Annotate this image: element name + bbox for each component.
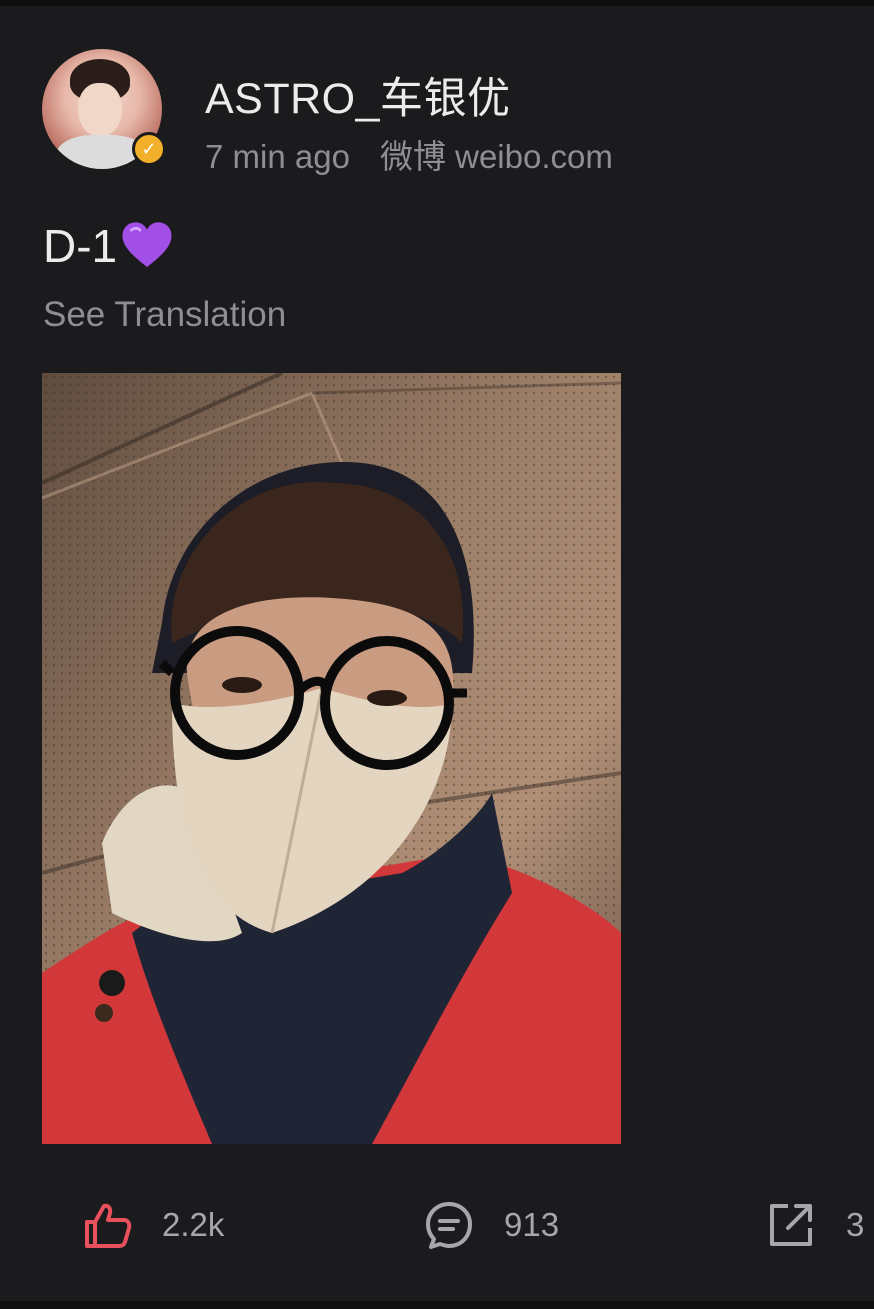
post-meta: 7 min ago 微博 weibo.com bbox=[205, 130, 613, 178]
purple-heart-icon bbox=[122, 222, 172, 267]
like-button[interactable]: 2.2k bbox=[82, 1190, 224, 1260]
author-avatar[interactable]: ✓ bbox=[42, 49, 166, 169]
share-icon bbox=[770, 1204, 812, 1246]
bottom-divider bbox=[0, 1301, 874, 1309]
see-translation-link[interactable]: See Translation bbox=[43, 295, 286, 335]
top-divider bbox=[0, 0, 874, 6]
post-time: 7 min ago bbox=[205, 138, 350, 175]
selfie-image bbox=[42, 373, 621, 1144]
post-body: D-1 bbox=[43, 218, 175, 274]
comment-button[interactable]: 913 bbox=[424, 1190, 559, 1260]
share-button[interactable]: 3 bbox=[766, 1190, 864, 1260]
comment-icon bbox=[426, 1202, 472, 1249]
post-text: D-1 bbox=[43, 220, 118, 272]
share-count: 3 bbox=[846, 1206, 865, 1243]
comment-count: 913 bbox=[504, 1206, 560, 1243]
verified-badge-icon: ✓ bbox=[132, 132, 166, 166]
post-source: 微博 weibo.com bbox=[379, 138, 613, 175]
avatar-face bbox=[78, 83, 122, 137]
action-bar: 2.2k 913 3 bbox=[0, 1190, 874, 1260]
author-name[interactable]: ASTRO_车银优 bbox=[205, 64, 511, 126]
like-count: 2.2k bbox=[162, 1206, 225, 1243]
post-photo[interactable] bbox=[42, 373, 621, 1144]
thumbs-up-icon bbox=[85, 1203, 132, 1248]
